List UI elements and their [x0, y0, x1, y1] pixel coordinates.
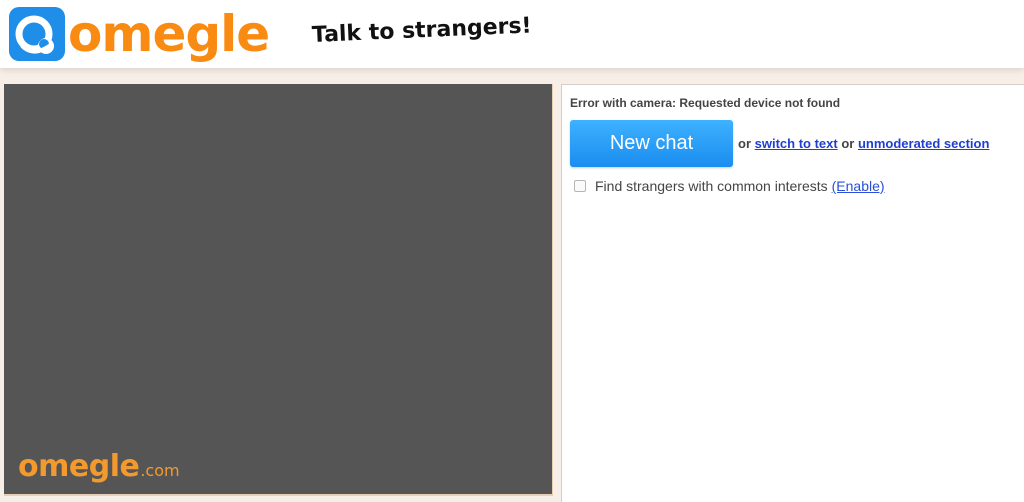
enable-interests-link[interactable]: (Enable) [832, 178, 885, 194]
or-text-2: or [841, 136, 855, 151]
switch-to-text-link[interactable]: switch to text [755, 136, 838, 151]
side-panel: Error with camera: Requested device not … [561, 84, 1024, 502]
omegle-logo-icon [9, 7, 65, 61]
header: omegle Talk to strangers! [0, 0, 1024, 68]
or-text-1: or [738, 136, 751, 151]
omegle-logo[interactable]: omegle [8, 5, 270, 63]
alternative-links: or switch to text or unmoderated section [738, 136, 989, 151]
video-panel: omegle .com [4, 84, 553, 496]
interests-checkbox[interactable] [574, 180, 586, 192]
interests-row: Find strangers with common interests (En… [574, 178, 885, 194]
interests-label: Find strangers with common interests [595, 178, 828, 194]
watermark-main: omegle [18, 449, 140, 484]
unmoderated-section-link[interactable]: unmoderated section [858, 136, 989, 151]
new-chat-button[interactable]: New chat [570, 120, 733, 167]
camera-error-message: Error with camera: Requested device not … [570, 96, 841, 110]
tagline: Talk to strangers! [311, 13, 533, 48]
watermark-suffix: .com [140, 461, 180, 480]
logo-text: omegle [68, 5, 270, 63]
video-watermark: omegle .com [18, 449, 180, 484]
chat-start-row: New chat or switch to text or unmoderate… [570, 120, 989, 167]
